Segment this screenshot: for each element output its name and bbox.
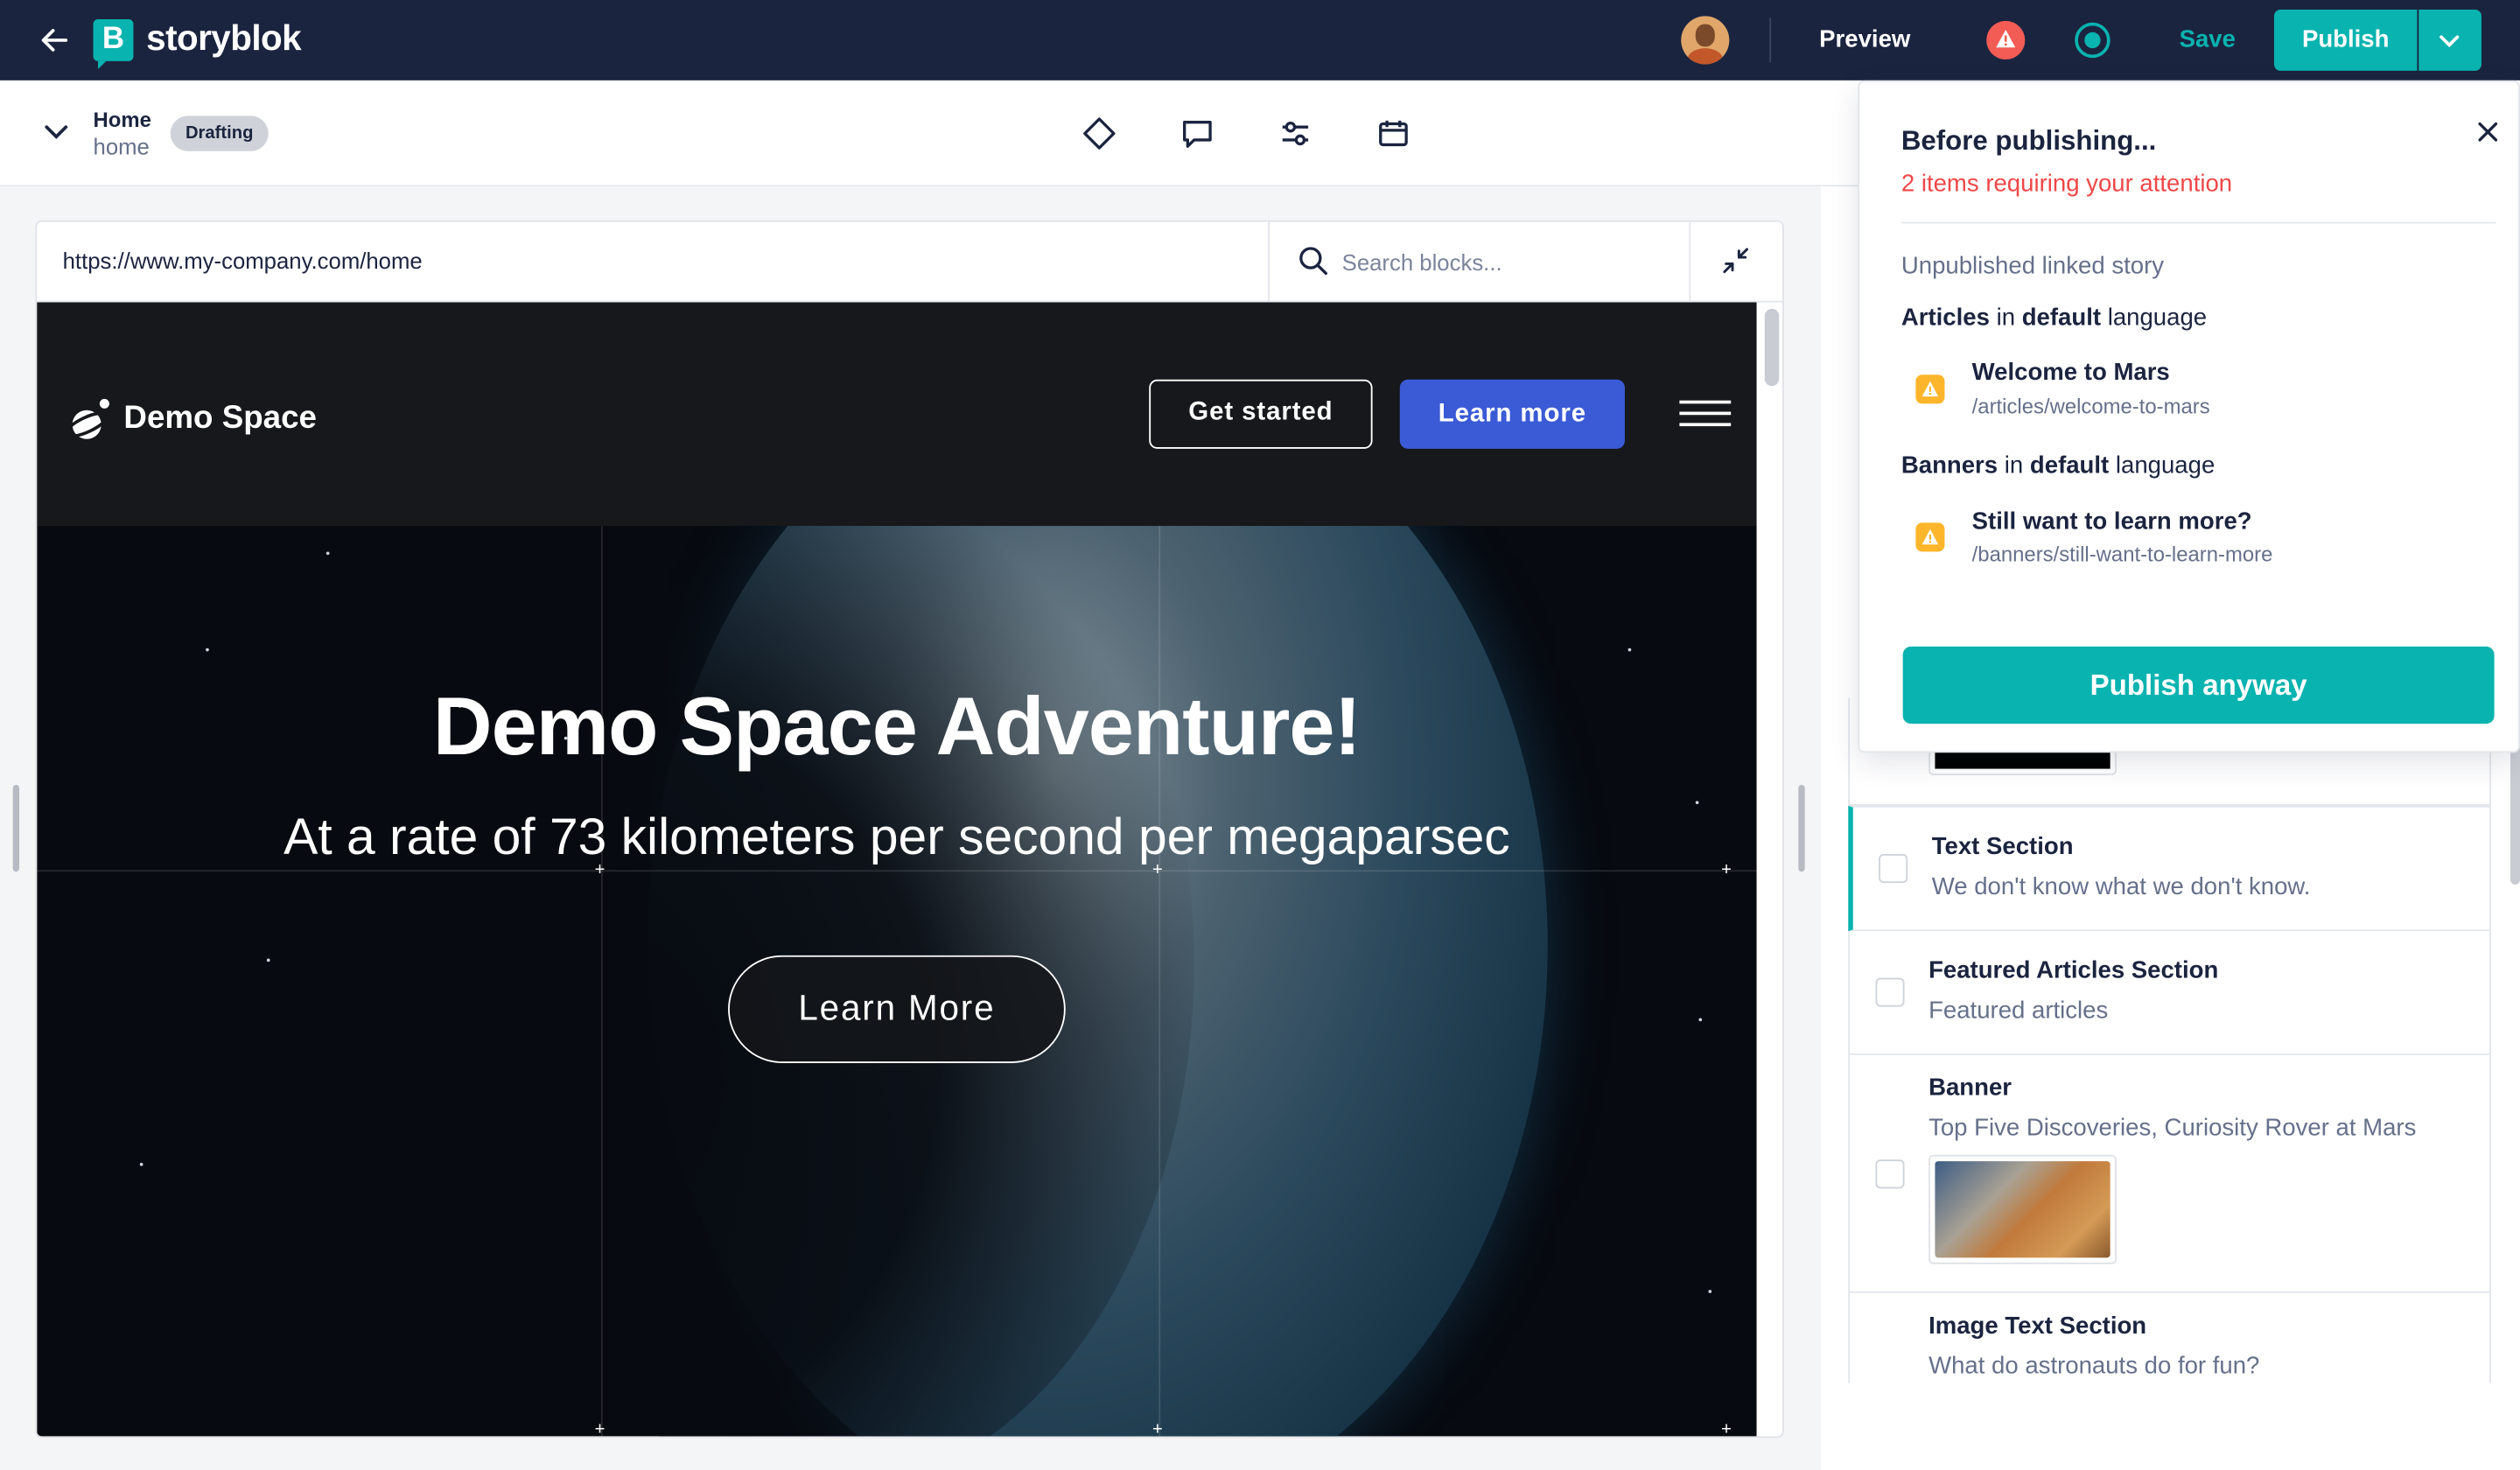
guide-marker: + bbox=[594, 1420, 606, 1438]
block-item[interactable]: Text Section We don't know what we don't… bbox=[1848, 805, 2491, 932]
preview-url[interactable]: https://www.my-company.com/home bbox=[63, 248, 423, 273]
site-brand[interactable]: Demo Space bbox=[123, 401, 317, 438]
star bbox=[1708, 1290, 1712, 1293]
publish-dropdown-button[interactable] bbox=[2418, 10, 2482, 71]
popup-title: Before publishing... bbox=[1900, 125, 2157, 157]
block-title: Text Section bbox=[1931, 833, 2074, 861]
star bbox=[1698, 1018, 1703, 1022]
url-bar: https://www.my-company.com/home bbox=[37, 221, 1782, 303]
get-started-button[interactable]: Get started bbox=[1149, 379, 1373, 449]
guide-marker: + bbox=[1152, 1420, 1163, 1438]
group-language: default bbox=[2029, 452, 2110, 480]
calendar-icon[interactable] bbox=[1376, 116, 1410, 150]
linked-group-label: Banners in default language bbox=[1901, 452, 2215, 479]
banner-thumbnail bbox=[1928, 1154, 2117, 1264]
linked-story-path: /articles/welcome-to-mars bbox=[1971, 394, 2210, 418]
hero-learn-more-button[interactable]: Learn More bbox=[728, 955, 1066, 1063]
planet-logo-icon bbox=[64, 398, 109, 439]
menu-icon[interactable] bbox=[1679, 400, 1732, 430]
resize-handle-right[interactable] bbox=[1798, 784, 1805, 872]
top-bar: B storyblok Preview Save Publish bbox=[0, 0, 2520, 80]
publish-button[interactable]: Publish bbox=[2273, 10, 2418, 71]
divider bbox=[1268, 221, 1270, 303]
collapse-icon[interactable] bbox=[1719, 244, 1752, 276]
group-in: in bbox=[2004, 452, 2024, 480]
story-title: Home bbox=[93, 108, 151, 132]
guide-marker: + bbox=[1721, 1420, 1732, 1438]
star bbox=[1628, 648, 1632, 652]
divider bbox=[1900, 221, 2496, 224]
block-title: Banner bbox=[1928, 1074, 2012, 1102]
star bbox=[139, 1162, 144, 1166]
block-description: Top Five Discoveries, Curiosity Rover at… bbox=[1928, 1114, 2417, 1143]
block-checkbox[interactable] bbox=[1879, 854, 1908, 884]
block-item[interactable]: Featured Articles Section Featured artic… bbox=[1848, 931, 2491, 1055]
linked-story-name[interactable]: Still want to learn more? bbox=[1972, 508, 2252, 536]
learn-more-button[interactable]: Learn more bbox=[1399, 379, 1625, 449]
block-item[interactable]: Banner Top Five Discoveries, Curiosity R… bbox=[1848, 1054, 2491, 1293]
linked-story-path: /banners/still-want-to-learn-more bbox=[1971, 542, 2273, 567]
warning-icon bbox=[1915, 374, 1945, 404]
scrollbar-thumb[interactable] bbox=[1764, 308, 1780, 387]
comment-icon[interactable] bbox=[1180, 116, 1214, 150]
popup-section-label: Unpublished linked story bbox=[1900, 252, 2165, 280]
chevron-down-icon bbox=[2440, 35, 2460, 48]
block-checkbox[interactable] bbox=[1875, 1159, 1905, 1189]
star bbox=[266, 958, 270, 962]
close-icon[interactable] bbox=[2475, 119, 2501, 144]
hero-title[interactable]: Demo Space Adventure! bbox=[37, 679, 1756, 774]
block-checkbox[interactable] bbox=[1875, 977, 1905, 1007]
linked-group-label: Articles in default language bbox=[1901, 304, 2207, 331]
block-description: What do astronauts do for fun? bbox=[1928, 1352, 2260, 1381]
status-indicator-icon[interactable] bbox=[2075, 22, 2110, 59]
publish-anyway-button[interactable]: Publish anyway bbox=[1902, 646, 2495, 724]
status-badge: Drafting bbox=[170, 116, 269, 151]
storyblok-editor: B storyblok Preview Save Publish Home ho… bbox=[0, 0, 2520, 1470]
user-avatar[interactable] bbox=[1681, 16, 1730, 65]
star bbox=[206, 648, 209, 652]
divider bbox=[1689, 221, 1691, 303]
grid-guide bbox=[1158, 526, 1161, 1437]
brand-name: storyblok bbox=[146, 18, 302, 59]
group-in: in bbox=[1996, 304, 2016, 332]
star bbox=[1695, 801, 1699, 805]
earth-shadow bbox=[454, 430, 1194, 1437]
star bbox=[326, 551, 330, 556]
group-name: Articles bbox=[1900, 304, 1990, 332]
block-title: Image Text Section bbox=[1928, 1312, 2147, 1340]
block-item[interactable]: Image Text Section What do astronauts do… bbox=[1848, 1292, 2491, 1383]
before-publishing-popup: Before publishing... 2 items requiring y… bbox=[1858, 80, 2520, 753]
preview-scrollbar[interactable] bbox=[1760, 302, 1782, 1437]
site-header: Demo Space Get started Learn more bbox=[37, 302, 1757, 527]
divider bbox=[1769, 18, 1772, 63]
group-language: default bbox=[2021, 304, 2102, 332]
resize-handle-left[interactable] bbox=[12, 784, 20, 872]
visual-editor-preview: https://www.my-company.com/home + + bbox=[35, 220, 1784, 1438]
popup-alert: 2 items requiring your attention bbox=[1900, 170, 2233, 199]
demo-site: + + + + + + Demo Space Get started Learn… bbox=[37, 302, 1757, 1438]
search-blocks-input[interactable] bbox=[1341, 242, 1664, 282]
group-suffix: language bbox=[2107, 304, 2208, 332]
sliders-icon[interactable] bbox=[1278, 116, 1312, 150]
block-description: Featured articles bbox=[1928, 997, 2109, 1025]
block-title: Featured Articles Section bbox=[1928, 956, 2219, 984]
save-button[interactable]: Save bbox=[2180, 25, 2236, 52]
storyblok-logo-icon: B bbox=[93, 19, 134, 70]
chevron-down-icon[interactable] bbox=[42, 117, 71, 146]
warning-icon bbox=[1915, 522, 1945, 552]
linked-story-name[interactable]: Welcome to Mars bbox=[1972, 359, 2170, 386]
preview-button[interactable]: Preview bbox=[1819, 25, 1910, 52]
grid-guide bbox=[600, 526, 603, 1437]
block-description: We don't know what we don't know. bbox=[1931, 873, 2311, 901]
search-icon bbox=[1299, 247, 1327, 276]
group-name: Banners bbox=[1900, 452, 1998, 480]
diamond-icon[interactable] bbox=[1082, 116, 1116, 150]
back-arrow-icon[interactable] bbox=[35, 21, 74, 60]
hero-subtitle[interactable]: At a rate of 73 kilometers per second pe… bbox=[37, 808, 1756, 867]
warning-alert-icon[interactable] bbox=[1986, 20, 2026, 60]
grid-guide bbox=[37, 870, 1757, 872]
group-suffix: language bbox=[2115, 452, 2216, 480]
story-slug: home bbox=[93, 133, 150, 159]
